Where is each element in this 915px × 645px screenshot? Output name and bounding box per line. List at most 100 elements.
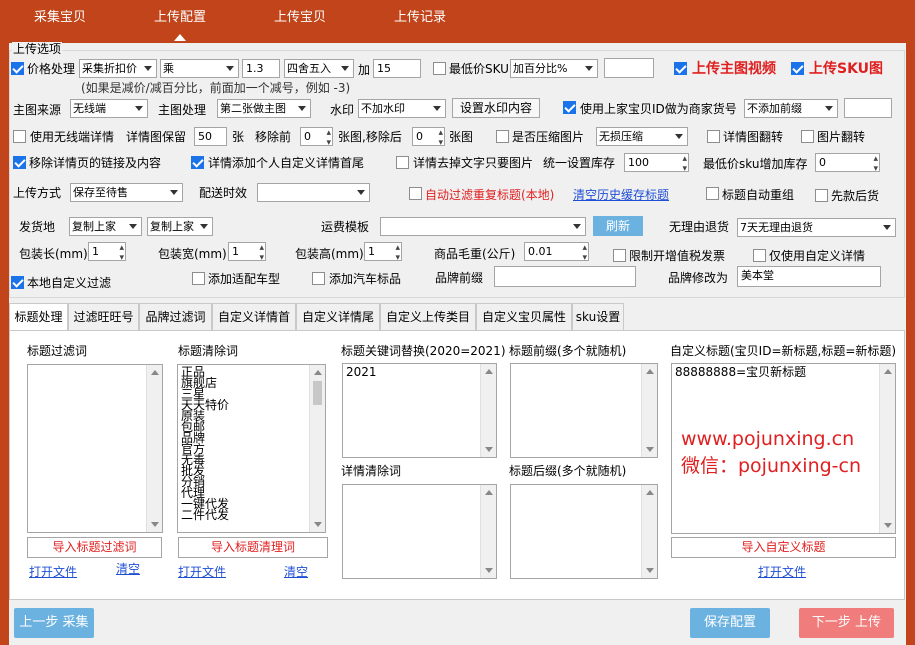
add-custom-detail-checkbox[interactable] (191, 156, 204, 169)
open-file-link-3[interactable]: 打开文件 (758, 566, 806, 578)
scrollbar[interactable] (641, 364, 657, 457)
price-process-checkbox[interactable] (11, 62, 24, 75)
flip-detail-checkbox[interactable] (707, 130, 720, 143)
pack-height-stepper[interactable]: 1 (364, 240, 402, 267)
local-filter-checkbox[interactable] (11, 276, 24, 289)
min-sku-value-input[interactable] (604, 58, 654, 78)
ship-select-1[interactable]: 复制上家 (69, 217, 142, 236)
operator-select[interactable]: 乘 (160, 59, 239, 78)
refresh-button[interactable]: 刷新 (593, 216, 643, 236)
min-sku-stock-stepper[interactable]: 0 (815, 151, 880, 178)
replace-textarea[interactable]: 2021 (342, 363, 497, 458)
suffix-textarea[interactable] (510, 484, 658, 579)
scroll-down-icon[interactable] (485, 447, 493, 452)
scroll-down-icon[interactable] (884, 523, 892, 528)
prev-step-button[interactable]: 上一步 采集 (14, 608, 94, 638)
tab-upload-records[interactable]: 上传记录 (394, 11, 446, 24)
scroll-up-icon[interactable] (314, 370, 322, 375)
min-sku-checkbox[interactable] (433, 62, 446, 75)
tab-custom-detail-head[interactable]: 自定义详情首 (212, 303, 296, 330)
upload-video-checkbox[interactable] (674, 62, 687, 75)
pack-length-stepper[interactable]: 1 (88, 240, 126, 267)
open-file-link-2[interactable]: 打开文件 (178, 566, 226, 578)
tab-custom-category[interactable]: 自定义上传类目 (380, 303, 476, 330)
price-mode-select[interactable]: 采集折扣价 (79, 59, 157, 78)
main-proc-select[interactable]: 第二张做主图 (217, 99, 311, 118)
title-regroup-checkbox[interactable] (706, 187, 719, 200)
tab-sku-settings[interactable]: sku设置 (572, 303, 624, 330)
filter-words-textarea[interactable] (27, 364, 163, 533)
import-filter-button[interactable]: 导入标题过滤词 (27, 537, 162, 558)
remove-links-checkbox[interactable] (13, 156, 26, 169)
brand-rename-input[interactable]: 美本堂 (737, 266, 881, 287)
scrollbar[interactable] (146, 365, 162, 532)
import-clear-button[interactable]: 导入标题清理词 (178, 537, 328, 558)
clear-link-1[interactable]: 清空 (116, 563, 140, 575)
next-step-button[interactable]: 下一步 上传 (799, 608, 894, 638)
use-wireless-detail-checkbox[interactable] (13, 130, 26, 143)
min-sku-mode-select[interactable]: 加百分比% (510, 59, 598, 78)
scroll-up-icon[interactable] (151, 370, 159, 375)
return-select[interactable]: 7天无理由退货 (737, 218, 896, 237)
compress-mode-select[interactable]: 无损压缩 (596, 127, 688, 146)
scroll-down-icon[interactable] (151, 522, 159, 527)
upload-mode-select[interactable]: 保存至待售 (70, 183, 183, 202)
watermark-settings-button[interactable]: 设置水印内容 (452, 98, 540, 118)
watermark-select[interactable]: 不加水印 (358, 99, 446, 118)
add-auto-mark-checkbox[interactable] (312, 272, 325, 285)
delivery-select[interactable] (257, 183, 370, 202)
add-value-input[interactable]: 15 (373, 59, 421, 78)
scroll-down-icon[interactable] (646, 568, 654, 573)
tab-custom-attributes[interactable]: 自定义宝贝属性 (476, 303, 572, 330)
save-config-button[interactable]: 保存配置 (690, 608, 770, 638)
brand-prefix-input[interactable] (494, 266, 636, 287)
use-prev-id-checkbox[interactable] (563, 101, 576, 114)
stock-stepper[interactable]: 100 (624, 151, 689, 178)
scrollbar[interactable] (641, 485, 657, 578)
main-src-select[interactable]: 无线端 (70, 99, 148, 118)
clear-link-2[interactable]: 清空 (284, 566, 308, 578)
prefix-textarea[interactable] (510, 363, 658, 458)
tab-brand-filter[interactable]: 品牌过滤词 (139, 303, 212, 330)
prefix-select[interactable]: 不添加前缀 (744, 99, 838, 118)
tab-upload-items[interactable]: 上传宝贝 (274, 11, 326, 24)
rounding-select[interactable]: 四舍五入 (284, 59, 354, 78)
scroll-thumb[interactable] (313, 381, 322, 405)
detail-keep-input[interactable]: 50 (194, 127, 227, 146)
scroll-up-icon[interactable] (485, 490, 493, 495)
scroll-up-icon[interactable] (646, 369, 654, 374)
scrollbar[interactable] (309, 365, 325, 532)
scroll-down-icon[interactable] (314, 522, 322, 527)
tab-filter-wangwang[interactable]: 过滤旺旺号 (68, 303, 139, 330)
scroll-up-icon[interactable] (646, 490, 654, 495)
limit-invoice-checkbox[interactable] (613, 249, 626, 262)
factor-input[interactable]: 1.3 (242, 59, 280, 78)
pack-width-stepper[interactable]: 1 (228, 240, 266, 267)
tab-upload-config[interactable]: 上传配置 (154, 11, 206, 24)
flip-img-checkbox[interactable] (801, 130, 814, 143)
clear-words-textarea[interactable]: 正品 旗舰店 三星 天天特价 原装 包邮 品牌 官方 无毒 批发 分销 代理 一键代发 二件代发 (177, 364, 326, 533)
scrollbar[interactable] (879, 364, 895, 533)
upload-sku-img-checkbox[interactable] (791, 62, 804, 75)
freight-select[interactable] (380, 217, 586, 236)
detail-clear-textarea[interactable] (342, 484, 497, 579)
remove-text-imgs-checkbox[interactable] (396, 156, 409, 169)
import-custom-button[interactable]: 导入自定义标题 (671, 537, 896, 558)
ship-select-2[interactable]: 复制上家 (147, 217, 213, 236)
clear-history-link[interactable]: 清空历史缓存标题 (573, 188, 669, 202)
tab-title-process[interactable]: 标题处理 (9, 303, 68, 332)
scrollbar[interactable] (480, 364, 496, 457)
add-car-checkbox[interactable] (192, 272, 205, 285)
scroll-down-icon[interactable] (485, 568, 493, 573)
scrollbar[interactable] (480, 485, 496, 578)
tab-custom-detail-tail[interactable]: 自定义详情尾 (296, 303, 380, 330)
open-file-link-1[interactable]: 打开文件 (29, 566, 77, 578)
remove-first-stepper[interactable]: 0 (300, 125, 333, 152)
prefix-value-input[interactable] (844, 98, 892, 118)
compress-checkbox[interactable] (496, 130, 509, 143)
scroll-up-icon[interactable] (485, 369, 493, 374)
auto-filter-checkbox[interactable] (409, 187, 422, 200)
weight-stepper[interactable]: 0.01 (524, 240, 589, 267)
only-custom-checkbox[interactable] (753, 249, 766, 262)
scroll-up-icon[interactable] (884, 369, 892, 374)
